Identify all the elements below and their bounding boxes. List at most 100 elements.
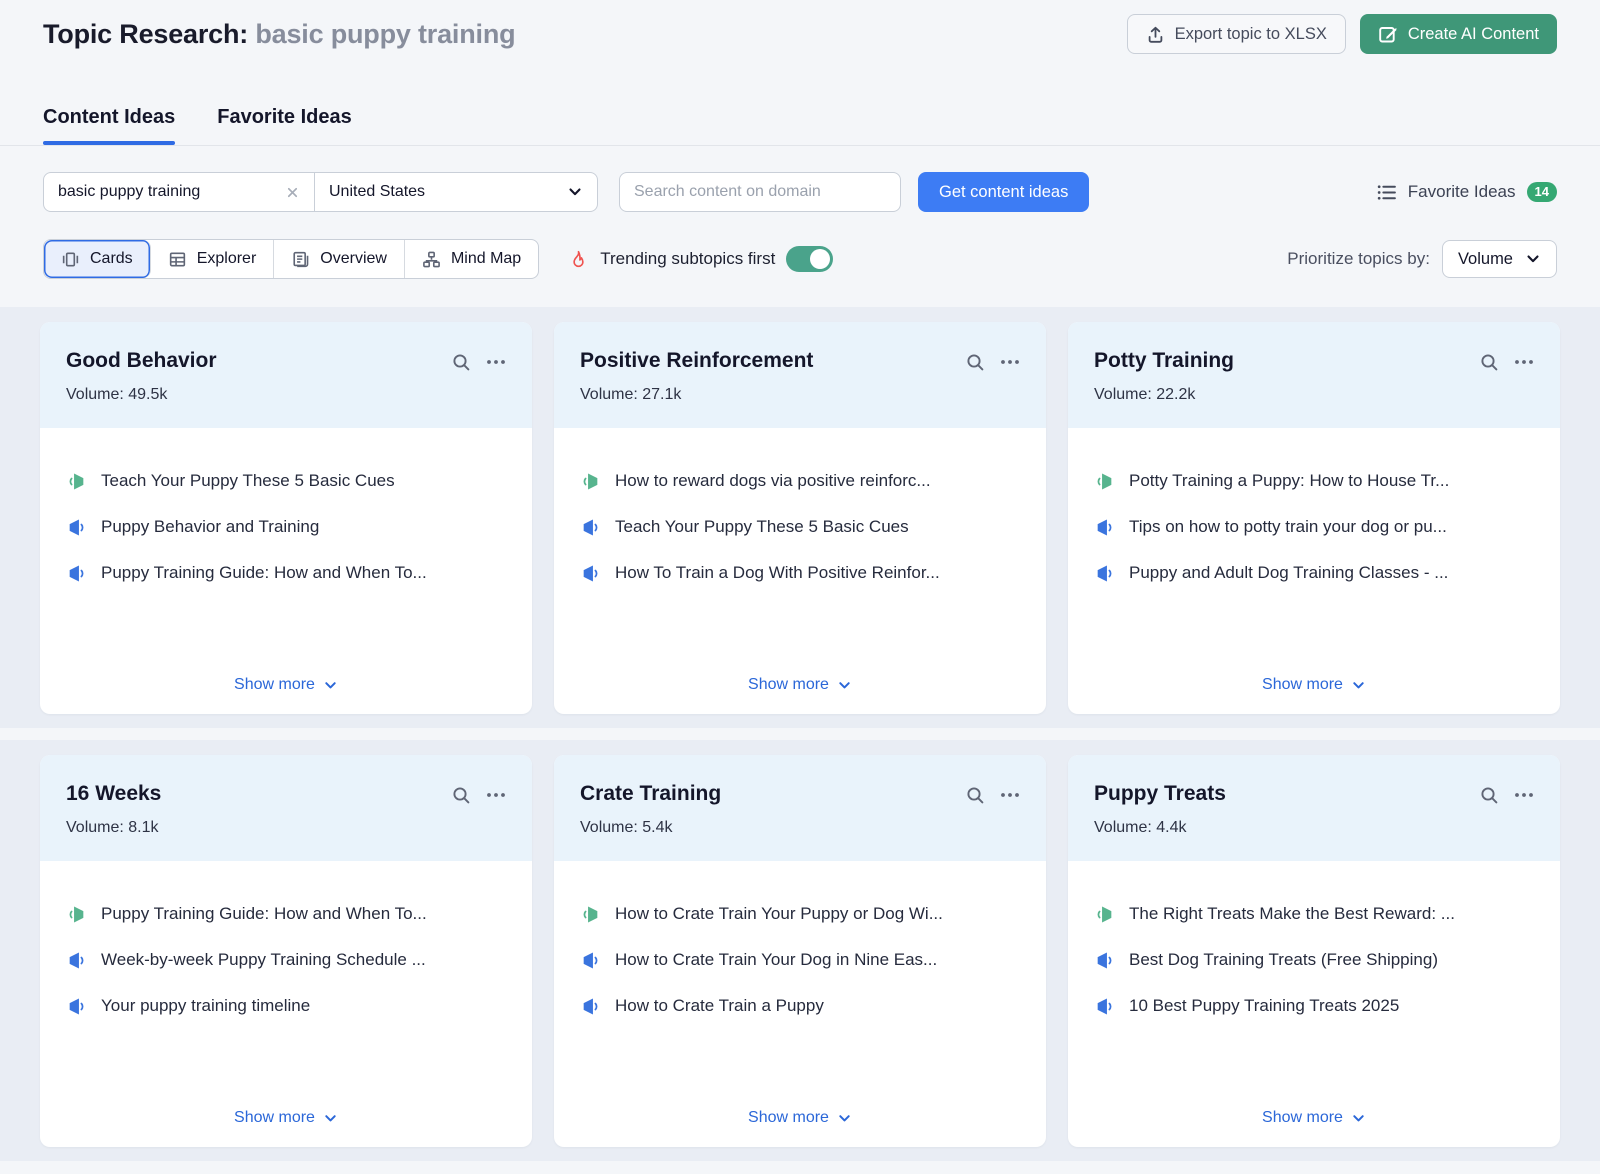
topic-query-input[interactable] bbox=[58, 183, 275, 201]
view-tab-overview[interactable]: Overview bbox=[274, 240, 405, 278]
search-topic-icon[interactable] bbox=[1479, 785, 1499, 805]
favorite-ideas-shortcut[interactable]: Favorite Ideas 14 bbox=[1376, 182, 1557, 203]
topic-query-group: United States bbox=[43, 172, 598, 212]
trending-megaphone-icon bbox=[580, 904, 601, 925]
content-idea-text[interactable]: How to Crate Train a Puppy bbox=[615, 995, 824, 1017]
content-idea-text[interactable]: Your puppy training timeline bbox=[101, 995, 310, 1017]
content-idea-item[interactable]: Puppy Training Guide: How and When To... bbox=[66, 562, 506, 584]
view-tab-cards[interactable]: Cards bbox=[44, 240, 151, 278]
content-idea-text[interactable]: How To Train a Dog With Positive Reinfor… bbox=[615, 562, 940, 584]
tab-favorite-ideas[interactable]: Favorite Ideas bbox=[217, 106, 352, 145]
content-idea-text[interactable]: Teach Your Puppy These 5 Basic Cues bbox=[615, 516, 909, 538]
megaphone-icon bbox=[66, 517, 87, 538]
view-tab-mind-map[interactable]: Mind Map bbox=[405, 240, 538, 278]
content-idea-text[interactable]: Puppy and Adult Dog Training Classes - .… bbox=[1129, 562, 1448, 584]
content-idea-item[interactable]: Tips on how to potty train your dog or p… bbox=[1094, 516, 1534, 538]
trending-toggle[interactable] bbox=[786, 246, 833, 272]
clear-query-icon[interactable] bbox=[285, 185, 300, 200]
page-title-prefix: Topic Research: bbox=[43, 19, 255, 49]
more-options-icon[interactable] bbox=[486, 792, 506, 798]
content-idea-text[interactable]: Potty Training a Puppy: How to House Tr.… bbox=[1129, 470, 1449, 492]
get-content-ideas-button[interactable]: Get content ideas bbox=[918, 172, 1089, 212]
content-idea-item[interactable]: How To Train a Dog With Positive Reinfor… bbox=[580, 562, 1020, 584]
content-idea-item[interactable]: The Right Treats Make the Best Reward: .… bbox=[1094, 903, 1534, 925]
trending-megaphone-icon bbox=[66, 904, 87, 925]
more-options-icon[interactable] bbox=[1000, 792, 1020, 798]
search-topic-icon[interactable] bbox=[451, 352, 471, 372]
content-idea-text[interactable]: Best Dog Training Treats (Free Shipping) bbox=[1129, 949, 1438, 971]
megaphone-icon bbox=[580, 950, 601, 971]
show-more-label: Show more bbox=[1262, 1109, 1343, 1127]
topic-card-16-weeks: 16 Weeks Volume: 8.1k Puppy Training Gui… bbox=[40, 755, 532, 1147]
search-topic-icon[interactable] bbox=[965, 785, 985, 805]
content-idea-text[interactable]: Week-by-week Puppy Training Schedule ... bbox=[101, 949, 426, 971]
megaphone-icon bbox=[66, 950, 87, 971]
card-header: Crate Training Volume: 5.4k bbox=[554, 755, 1046, 861]
tab-content-ideas[interactable]: Content Ideas bbox=[43, 106, 175, 145]
view-tab-explorer[interactable]: Explorer bbox=[151, 240, 275, 278]
create-ai-content-button[interactable]: Create AI Content bbox=[1360, 14, 1557, 54]
content-idea-item[interactable]: 10 Best Puppy Training Treats 2025 bbox=[1094, 995, 1534, 1017]
prioritize-control: Prioritize topics by: Volume bbox=[1287, 240, 1557, 278]
content-idea-item[interactable]: How to reward dogs via positive reinforc… bbox=[580, 470, 1020, 492]
card-header: Good Behavior Volume: 49.5k bbox=[40, 322, 532, 428]
mind-map-view-icon bbox=[422, 250, 441, 269]
content-idea-text[interactable]: The Right Treats Make the Best Reward: .… bbox=[1129, 903, 1455, 925]
card-volume: Volume: 22.2k bbox=[1094, 386, 1534, 404]
topic-cards-row-1: Good Behavior Volume: 49.5k Teach Your P… bbox=[0, 307, 1600, 728]
card-volume: Volume: 5.4k bbox=[580, 819, 1020, 837]
content-idea-item[interactable]: Your puppy training timeline bbox=[66, 995, 506, 1017]
card-title: Puppy Treats bbox=[1094, 782, 1226, 806]
content-idea-item[interactable]: Teach Your Puppy These 5 Basic Cues bbox=[66, 470, 506, 492]
search-topic-icon[interactable] bbox=[451, 785, 471, 805]
megaphone-icon bbox=[580, 517, 601, 538]
content-idea-text[interactable]: How to Crate Train Your Puppy or Dog Wi.… bbox=[615, 903, 943, 925]
more-options-icon[interactable] bbox=[486, 359, 506, 365]
content-idea-item[interactable]: Puppy Training Guide: How and When To... bbox=[66, 903, 506, 925]
content-idea-item[interactable]: Teach Your Puppy These 5 Basic Cues bbox=[580, 516, 1020, 538]
show-more-button[interactable]: Show more bbox=[1262, 676, 1366, 698]
trending-megaphone-icon bbox=[1094, 904, 1115, 925]
more-options-icon[interactable] bbox=[1514, 792, 1534, 798]
search-topic-icon[interactable] bbox=[965, 352, 985, 372]
content-idea-item[interactable]: Week-by-week Puppy Training Schedule ... bbox=[66, 949, 506, 971]
content-idea-text[interactable]: Puppy Behavior and Training bbox=[101, 516, 319, 538]
chevron-down-icon bbox=[1525, 251, 1541, 267]
content-idea-text[interactable]: How to reward dogs via positive reinforc… bbox=[615, 470, 931, 492]
trending-megaphone-icon bbox=[66, 471, 87, 492]
topic-card-puppy-treats: Puppy Treats Volume: 4.4k The Right Trea… bbox=[1068, 755, 1560, 1147]
country-select[interactable]: United States bbox=[315, 183, 597, 201]
export-topic-button[interactable]: Export topic to XLSX bbox=[1127, 14, 1346, 54]
show-more-button[interactable]: Show more bbox=[234, 1109, 338, 1131]
content-idea-item[interactable]: How to Crate Train Your Dog in Nine Eas.… bbox=[580, 949, 1020, 971]
content-idea-text[interactable]: Tips on how to potty train your dog or p… bbox=[1129, 516, 1447, 538]
content-idea-text[interactable]: Teach Your Puppy These 5 Basic Cues bbox=[101, 470, 395, 492]
more-options-icon[interactable] bbox=[1000, 359, 1020, 365]
page-title-query: basic puppy training bbox=[255, 19, 515, 49]
content-idea-item[interactable]: Puppy Behavior and Training bbox=[66, 516, 506, 538]
content-idea-text[interactable]: How to Crate Train Your Dog in Nine Eas.… bbox=[615, 949, 937, 971]
show-more-button[interactable]: Show more bbox=[748, 676, 852, 698]
content-idea-text[interactable]: Puppy Training Guide: How and When To... bbox=[101, 903, 427, 925]
more-options-icon[interactable] bbox=[1514, 359, 1534, 365]
prioritize-select-value: Volume bbox=[1458, 250, 1513, 269]
content-idea-item[interactable]: Puppy and Adult Dog Training Classes - .… bbox=[1094, 562, 1534, 584]
export-topic-label: Export topic to XLSX bbox=[1175, 25, 1327, 44]
show-more-button[interactable]: Show more bbox=[1262, 1109, 1366, 1131]
prioritize-select[interactable]: Volume bbox=[1442, 240, 1557, 278]
search-topic-icon[interactable] bbox=[1479, 352, 1499, 372]
content-idea-text[interactable]: 10 Best Puppy Training Treats 2025 bbox=[1129, 995, 1399, 1017]
topic-query-field[interactable] bbox=[44, 183, 314, 201]
content-idea-text[interactable]: Puppy Training Guide: How and When To... bbox=[101, 562, 427, 584]
domain-search-input[interactable] bbox=[619, 172, 901, 212]
show-more-button[interactable]: Show more bbox=[748, 1109, 852, 1131]
show-more-label: Show more bbox=[234, 1109, 315, 1127]
country-select-value: United States bbox=[329, 183, 425, 201]
trending-subtopics-label: Trending subtopics first bbox=[600, 249, 775, 269]
content-idea-item[interactable]: Best Dog Training Treats (Free Shipping) bbox=[1094, 949, 1534, 971]
content-idea-item[interactable]: How to Crate Train a Puppy bbox=[580, 995, 1020, 1017]
content-idea-item[interactable]: Potty Training a Puppy: How to House Tr.… bbox=[1094, 470, 1534, 492]
megaphone-icon bbox=[66, 563, 87, 584]
content-idea-item[interactable]: How to Crate Train Your Puppy or Dog Wi.… bbox=[580, 903, 1020, 925]
show-more-button[interactable]: Show more bbox=[234, 676, 338, 698]
